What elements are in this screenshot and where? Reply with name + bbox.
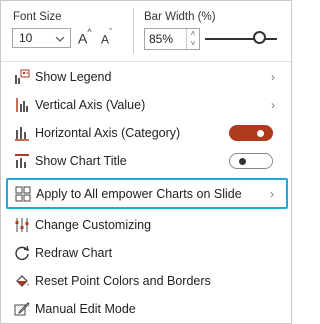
font-size-label: Font Size — [13, 11, 62, 23]
apply-to-all-item[interactable]: Apply to All empower Charts on Slide › — [6, 178, 288, 209]
reset-colors-label: Reset Point Colors and Borders — [35, 274, 211, 288]
apply-all-grid-icon — [15, 186, 31, 202]
horizontal-axis-toggle[interactable] — [229, 125, 273, 141]
horizontal-axis-icon — [14, 125, 30, 141]
manual-edit-label: Manual Edit Mode — [35, 302, 136, 316]
edit-pencil-icon — [14, 301, 30, 317]
apply-to-all-label: Apply to All empower Charts on Slide — [36, 186, 242, 201]
bar-width-label: Bar Width (%) — [144, 11, 216, 23]
bar-width-spinner[interactable]: ˄ ˅ — [186, 29, 199, 49]
caret-down-icon: ˇ — [109, 27, 113, 37]
show-chart-title-item[interactable]: Show Chart Title — [7, 147, 287, 175]
horizontal-axis-label: Horizontal Axis (Category) — [35, 126, 181, 140]
toggle-knob — [239, 157, 246, 165]
increase-font-button[interactable]: A^ — [78, 27, 92, 47]
chevron-right-icon: › — [271, 98, 275, 112]
paint-bucket-icon — [14, 273, 30, 289]
caret-up-icon: ^ — [87, 27, 92, 37]
decrease-font-label: A — [101, 32, 110, 47]
spin-down-icon[interactable]: ˅ — [187, 39, 199, 49]
manual-edit-item[interactable]: Manual Edit Mode — [7, 295, 287, 323]
divider — [133, 8, 134, 54]
change-customizing-item[interactable]: Change Customizing — [7, 211, 287, 239]
decrease-font-button[interactable]: Aˇ — [101, 27, 113, 47]
customize-sliders-icon — [14, 217, 30, 233]
chevron-right-icon: › — [270, 186, 274, 201]
show-chart-title-label: Show Chart Title — [35, 154, 127, 168]
bar-width-value: 85% — [149, 32, 174, 46]
change-customizing-label: Change Customizing — [35, 218, 152, 232]
bar-width-input[interactable]: 85% ˄ ˅ — [144, 28, 200, 50]
show-legend-item[interactable]: Show Legend › — [7, 63, 287, 91]
bar-width-slider-track[interactable] — [205, 38, 277, 40]
redraw-chart-item[interactable]: Redraw Chart — [7, 239, 287, 267]
chart-title-icon — [14, 153, 30, 169]
chart-options-panel: Font Size 10 A^ Aˇ Bar Width (%) 85% ˄ ˅ — [0, 0, 292, 324]
vertical-axis-item[interactable]: Vertical Axis (Value) › — [7, 91, 287, 119]
vertical-axis-label: Vertical Axis (Value) — [35, 98, 146, 112]
font-size-value: 10 — [19, 31, 33, 45]
toggle-knob — [257, 129, 264, 137]
font-size-dropdown[interactable]: 10 — [12, 28, 71, 48]
spin-up-icon[interactable]: ˄ — [187, 29, 199, 39]
show-legend-label: Show Legend — [35, 70, 112, 84]
legend-icon — [14, 69, 30, 85]
chevron-down-icon — [54, 32, 66, 50]
show-chart-title-toggle[interactable] — [229, 153, 273, 169]
bar-width-slider-thumb[interactable] — [252, 31, 266, 44]
reset-colors-item[interactable]: Reset Point Colors and Borders — [7, 267, 287, 295]
horizontal-axis-item[interactable]: Horizontal Axis (Category) — [7, 119, 287, 147]
increase-font-label: A — [78, 30, 88, 47]
redraw-icon — [14, 245, 30, 261]
chevron-right-icon: › — [271, 70, 275, 84]
vertical-axis-icon — [14, 97, 30, 113]
divider — [1, 61, 291, 62]
redraw-chart-label: Redraw Chart — [35, 246, 113, 260]
